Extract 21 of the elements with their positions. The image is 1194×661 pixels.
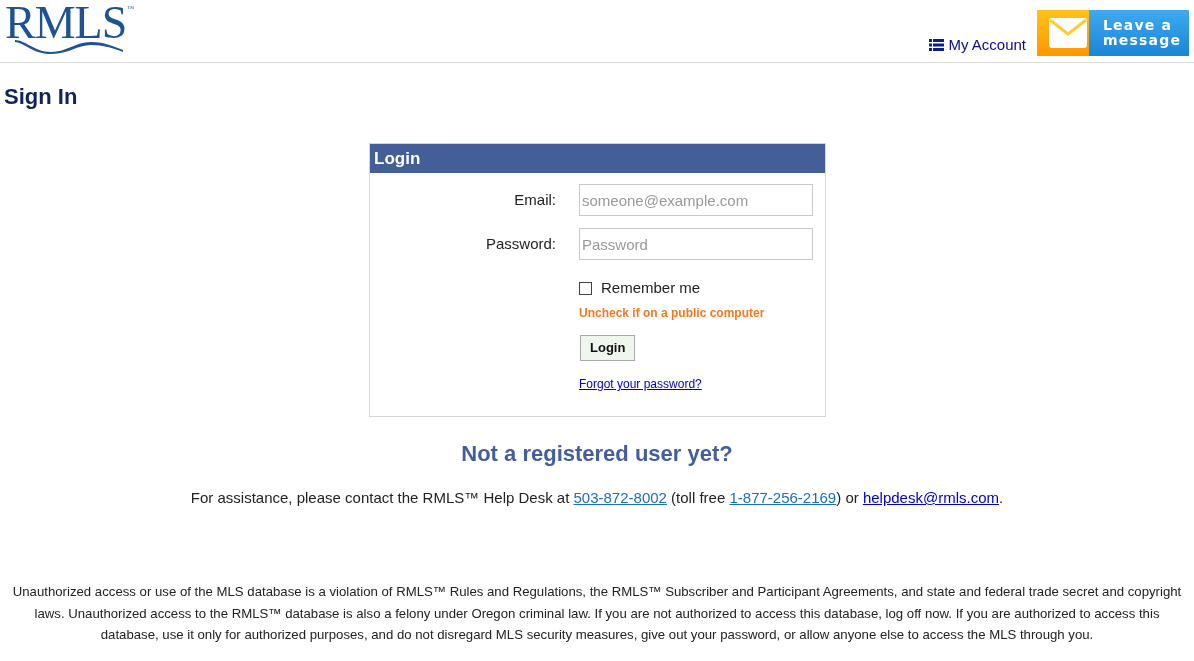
- login-button[interactable]: Login: [580, 335, 636, 361]
- disclaimer-text: Unauthorized access or use of the MLS database is a violation of RMLS™ Rules and Regulations, the RMLS™ Subscriber and Participant Agreements, and state and federal trade secret and copyright laws. Unauthorized access to the RMLS™ database is also a felony under Oregon criminal law. If you are not authorized to access this database, log off now. If you are authorized to access this database, use it only for authorized purposes, and do not disregard MLS security measures, give out your password, or allow anyone else to access the MLS through you.: [11, 583, 1183, 644]
- phone-link[interactable]: 503-872-8002: [573, 489, 667, 506]
- panel-header: Login: [370, 144, 825, 173]
- list-icon: [929, 39, 945, 52]
- page-title: Sign In: [4, 83, 78, 111]
- checkbox-label: Remember me: [601, 277, 701, 298]
- email-link[interactable]: helpdesk@rmls.com: [862, 489, 999, 506]
- input-field[interactable]: Password: [579, 228, 813, 260]
- hint-text: Uncheck if on a public computer: [579, 305, 765, 321]
- checkbox[interactable]: [579, 281, 592, 295]
- logo-text: RMLS$^{™}$: [5, 7, 134, 39]
- envelope-icon: [1037, 10, 1089, 56]
- input-field[interactable]: someone@example.com: [579, 184, 813, 216]
- field-label: Password:: [485, 233, 556, 254]
- my-account-link[interactable]: My Account: [929, 34, 1026, 57]
- field-label: Email:: [514, 189, 556, 210]
- help-text: For assistance, please contact the RMLS™ Help Desk at 503-872-8002 (toll free 1-877-256-2169) or helpdesk@rmls.com.: [190, 488, 1004, 508]
- forgot-password-link[interactable]: Forgot your password?: [579, 376, 702, 392]
- swoosh-icon: [15, 40, 123, 54]
- register-heading: Not a registered user yet?: [461, 440, 733, 468]
